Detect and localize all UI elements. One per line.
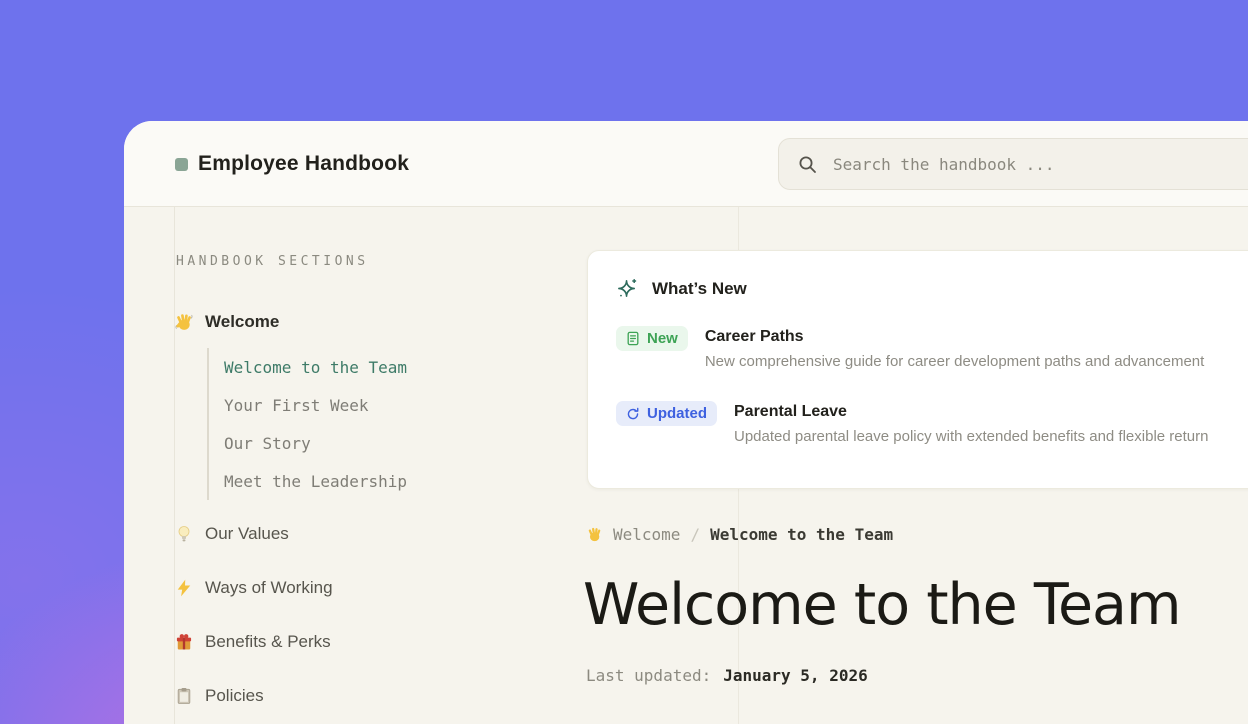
item-title: Parental Leave xyxy=(734,403,1208,421)
last-updated-label: Last updated: xyxy=(586,666,711,685)
app-logo-icon xyxy=(175,158,188,171)
last-updated: Last updated: January 5, 2026 xyxy=(586,666,868,685)
gift-icon xyxy=(174,632,194,652)
sidebar-item-label: Welcome xyxy=(205,312,279,332)
search-input[interactable] xyxy=(779,139,1248,189)
sparkle-icon xyxy=(616,277,639,300)
wave-icon xyxy=(174,312,194,332)
breadcrumb-current: Welcome to the Team xyxy=(710,525,893,544)
breadcrumb-section-link[interactable]: Welcome xyxy=(613,525,680,544)
sidebar-item-label: Our Values xyxy=(205,524,289,544)
sidebar-heading: HANDBOOK SECTIONS xyxy=(176,254,369,269)
app-window: Employee Handbook HANDBOOK SECTIONS xyxy=(124,121,1248,724)
whats-new-item-parental-leave[interactable]: Updated Parental Leave Updated parental … xyxy=(616,401,1248,445)
sidebar-item-policies[interactable]: Policies xyxy=(174,684,264,708)
sidebar-item-benefits-perks[interactable]: Benefits & Perks xyxy=(174,630,331,654)
subnav-item-our-story[interactable]: Our Story xyxy=(224,424,407,462)
sidebar-item-label: Benefits & Perks xyxy=(205,632,331,652)
whats-new-title: What’s New xyxy=(652,279,747,299)
subnav-item-your-first-week[interactable]: Your First Week xyxy=(224,386,407,424)
bulb-icon xyxy=(174,524,194,544)
whats-new-item-career-paths[interactable]: New Career Paths New comprehensive guide… xyxy=(616,326,1248,370)
breadcrumb: Welcome / Welcome to the Team xyxy=(586,525,893,544)
bolt-icon xyxy=(174,578,194,598)
subnav-item-meet-the-leadership[interactable]: Meet the Leadership xyxy=(224,462,407,500)
clipboard-icon xyxy=(174,686,194,706)
item-description: Updated parental leave policy with exten… xyxy=(734,428,1208,445)
page-title: Welcome to the Team xyxy=(583,572,1181,638)
item-description: New comprehensive guide for career devel… xyxy=(705,353,1204,370)
sidebar-item-label: Policies xyxy=(205,686,264,706)
sidebar-item-ways-of-working[interactable]: Ways of Working xyxy=(174,576,333,600)
search-icon xyxy=(797,154,818,175)
new-badge: New xyxy=(616,326,688,351)
refresh-icon xyxy=(626,407,640,421)
brand: Employee Handbook xyxy=(175,121,409,207)
document-icon xyxy=(626,331,640,346)
whats-new-header: What’s New xyxy=(616,277,1248,300)
sidebar-subnav: Welcome to the Team Your First Week Our … xyxy=(207,348,407,500)
wave-icon xyxy=(586,526,603,543)
whats-new-card: What’s New New Career Paths New comprehe… xyxy=(587,250,1248,489)
search-box[interactable] xyxy=(778,138,1248,190)
subnav-item-welcome-to-the-team[interactable]: Welcome to the Team xyxy=(224,348,407,386)
sidebar-item-welcome[interactable]: Welcome xyxy=(174,310,279,334)
last-updated-value: January 5, 2026 xyxy=(723,666,868,685)
sidebar-item-our-values[interactable]: Our Values xyxy=(174,522,289,546)
breadcrumb-separator: / xyxy=(690,525,700,544)
app-title: Employee Handbook xyxy=(198,152,409,176)
updated-badge: Updated xyxy=(616,401,717,426)
app-header: Employee Handbook xyxy=(124,121,1248,207)
sidebar-item-label: Ways of Working xyxy=(205,578,333,598)
item-title: Career Paths xyxy=(705,328,1204,346)
